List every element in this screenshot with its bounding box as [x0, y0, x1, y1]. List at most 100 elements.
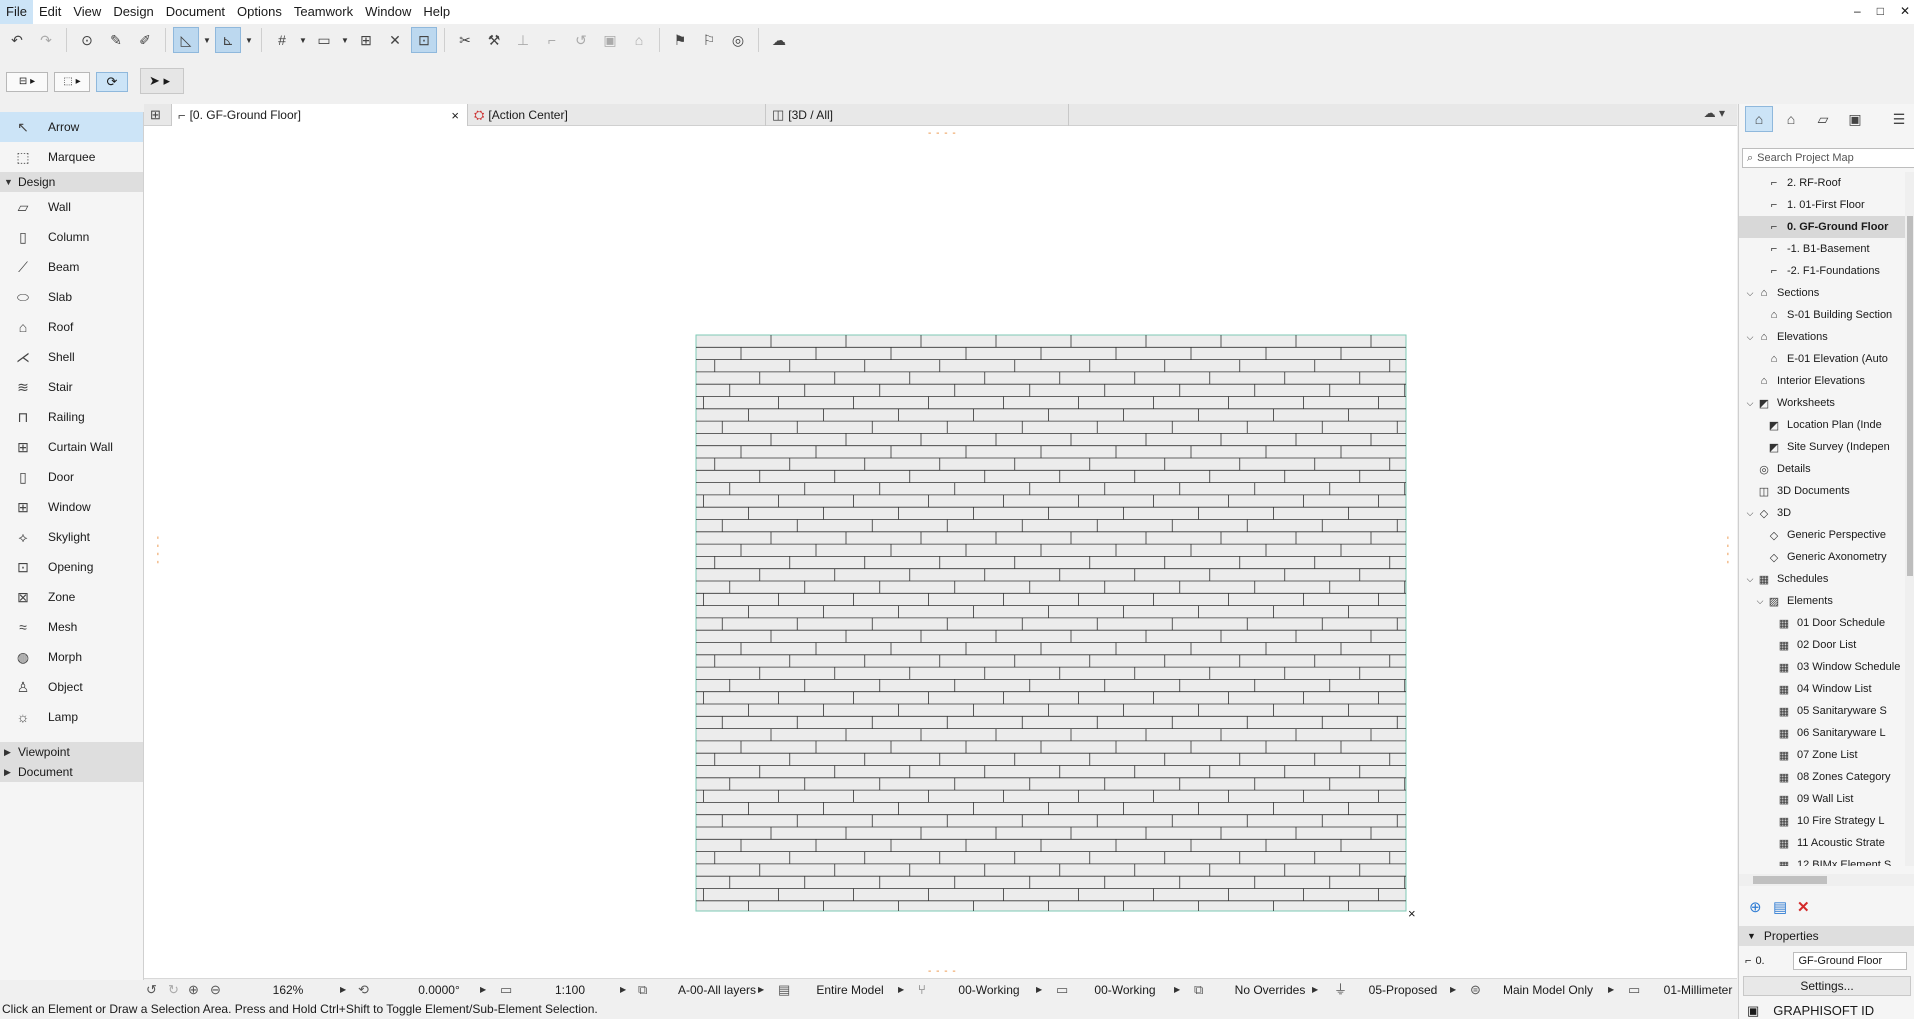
chevron-right-icon[interactable]: ▶: [620, 979, 626, 1001]
tool-column[interactable]: ▯ Column: [0, 222, 143, 252]
project-map-item[interactable]: ⌐ 0. GF-Ground Floor: [1739, 216, 1905, 238]
menu-options[interactable]: Options: [231, 0, 288, 24]
zoom-out-icon[interactable]: ⊖: [210, 979, 221, 1001]
issue-icon[interactable]: ⚐: [696, 27, 722, 53]
adjust-icon[interactable]: ⚒: [481, 27, 507, 53]
project-map-item[interactable]: ◇ Generic Perspective: [1739, 524, 1905, 546]
undo-icon[interactable]: ↶: [4, 27, 30, 53]
chevron-right-icon[interactable]: ▶: [1174, 979, 1180, 1001]
project-map-item[interactable]: ⌂ E-01 Elevation (Auto: [1739, 348, 1905, 370]
project-map-item[interactable]: ▦ 06 Sanitaryware L: [1739, 722, 1905, 744]
maximize-button[interactable]: □: [1877, 0, 1884, 22]
chevron-down-icon[interactable]: ⌵: [1743, 508, 1757, 519]
publisher-sets-icon[interactable]: ▣: [1841, 106, 1869, 132]
tool-object[interactable]: ♙ Object: [0, 672, 143, 702]
renovation-filter[interactable]: 05-Proposed: [1348, 979, 1458, 1001]
project-map-item[interactable]: ⌵ ⌂ Elevations: [1739, 326, 1905, 348]
tab-3d-all[interactable]: ◫ [3D / All]: [766, 104, 1069, 126]
tab-overview-icon[interactable]: ⊞: [144, 104, 172, 126]
measure-icon[interactable]: ⊞: [353, 27, 379, 53]
brick-pattern-drawing[interactable]: [695, 334, 1409, 914]
menu-document[interactable]: Document: [160, 0, 231, 24]
pet-palette-icon[interactable]: ⟳: [96, 72, 128, 92]
close-button[interactable]: ✕: [1900, 0, 1910, 22]
zoom-in-icon[interactable]: ⊕: [188, 979, 199, 1001]
model-icon[interactable]: ▤: [778, 979, 790, 1001]
drawing-scale[interactable]: 1:100: [530, 979, 610, 1001]
tab-action-center[interactable]: ⛭ [Action Center]: [468, 104, 766, 126]
offset-icon[interactable]: ✕: [382, 27, 408, 53]
tool-beam[interactable]: ⟋ Beam: [0, 252, 143, 282]
menu-file[interactable]: File: [0, 0, 33, 24]
chevron-right-icon[interactable]: ▶: [1312, 979, 1318, 1001]
project-map-item[interactable]: ⌐ -1. B1-Basement: [1739, 238, 1905, 260]
tool-curtain-wall[interactable]: ⊞ Curtain Wall: [0, 432, 143, 462]
tool-railing[interactable]: ⊓ Railing: [0, 402, 143, 432]
vertical-scrollbar[interactable]: [1905, 172, 1914, 866]
layer-combination[interactable]: A-00-All layers: [662, 979, 772, 1001]
tool-door[interactable]: ▯ Door: [0, 462, 143, 492]
dimension-standard[interactable]: 01-Millimeter: [1648, 979, 1748, 1001]
project-map-item[interactable]: ▦ 04 Window List: [1739, 678, 1905, 700]
overrides-icon[interactable]: ⧉: [1194, 979, 1203, 1001]
project-map-item[interactable]: ⌵ ▦ Schedules: [1739, 568, 1905, 590]
undo-zoom-icon[interactable]: ↺: [146, 979, 157, 1001]
minimize-button[interactable]: –: [1854, 0, 1861, 22]
horizontal-scrollbar[interactable]: [1739, 874, 1914, 886]
chevron-down-icon[interactable]: ▼: [340, 27, 350, 53]
delete-icon[interactable]: ✕: [1797, 898, 1810, 916]
curve-icon[interactable]: ↺: [568, 27, 594, 53]
splitter-top-icon[interactable]: - - - -: [928, 128, 957, 139]
group-document[interactable]: ▶ Document: [0, 762, 143, 782]
project-map-item[interactable]: ▦ 01 Door Schedule: [1739, 612, 1905, 634]
rotate-icon[interactable]: ⟲: [358, 979, 369, 1001]
tool-slab[interactable]: ⬭ Slab: [0, 282, 143, 312]
menu-edit[interactable]: Edit: [33, 0, 67, 24]
crop-icon[interactable]: ⌂: [626, 27, 652, 53]
pick-up-parameters-icon[interactable]: ✎: [103, 27, 129, 53]
rotation-angle[interactable]: 0.0000°: [394, 979, 484, 1001]
chevron-down-icon[interactable]: ⌵: [1753, 596, 1767, 607]
scrollbar-thumb[interactable]: [1907, 216, 1913, 576]
layers-icon[interactable]: ⧉: [638, 979, 647, 1001]
tool-opening[interactable]: ⊡ Opening: [0, 552, 143, 582]
structure-icon[interactable]: ⊜: [1470, 979, 1481, 1001]
tool-window[interactable]: ⊞ Window: [0, 492, 143, 522]
project-map-item[interactable]: ▦ 07 Zone List: [1739, 744, 1905, 766]
menu-help[interactable]: Help: [417, 0, 456, 24]
project-map-item[interactable]: ◇ Generic Axonometry: [1739, 546, 1905, 568]
resize-icon[interactable]: ▣: [597, 27, 623, 53]
tool-marquee[interactable]: ⬚ Marquee: [0, 142, 143, 172]
menu-design[interactable]: Design: [107, 0, 159, 24]
model-view-options[interactable]: 00-Working: [1070, 979, 1180, 1001]
layer-combination-icon[interactable]: ▭: [311, 27, 337, 53]
project-map-item[interactable]: ▦ 02 Door List: [1739, 634, 1905, 656]
grid-snap-icon[interactable]: #: [269, 27, 295, 53]
redo-zoom-icon[interactable]: ↻: [168, 979, 179, 1001]
suspend-groups-icon[interactable]: ⊡: [411, 27, 437, 53]
chevron-down-icon[interactable]: ⌵: [1743, 332, 1757, 343]
story-name-field[interactable]: GF-Ground Floor: [1793, 952, 1908, 970]
scrollbar-thumb[interactable]: [1753, 876, 1827, 884]
splitter-bottom-icon[interactable]: - - - -: [928, 966, 957, 977]
tool-mesh[interactable]: ≈ Mesh: [0, 612, 143, 642]
renovation-icon[interactable]: ⏚: [1334, 979, 1347, 1001]
project-map-item[interactable]: ▦ 08 Zones Category: [1739, 766, 1905, 788]
dimension-icon[interactable]: ▭: [1628, 979, 1640, 1001]
new-view-icon[interactable]: ⊕: [1749, 898, 1762, 916]
settings-icon[interactable]: ▤: [1773, 898, 1787, 916]
project-map-item[interactable]: ◩ Site Survey (Indepen: [1739, 436, 1905, 458]
model-view-icon[interactable]: ▭: [1056, 979, 1068, 1001]
scale-icon[interactable]: ▭: [500, 979, 512, 1001]
arrow-selector-icon[interactable]: ➤ ▸: [140, 68, 184, 94]
project-map-item[interactable]: ⌐ -2. F1-Foundations: [1739, 260, 1905, 282]
project-map-item[interactable]: ▦ 12 BIMx Element S: [1739, 854, 1905, 866]
model-selection[interactable]: Entire Model: [800, 979, 900, 1001]
project-map-item[interactable]: ◎ Details: [1739, 458, 1905, 480]
properties-header[interactable]: ▼ Properties: [1739, 926, 1914, 946]
structural-function[interactable]: Main Model Only: [1488, 979, 1608, 1001]
chevron-down-icon[interactable]: ▼: [244, 27, 254, 53]
tool-shell[interactable]: ⋌ Shell: [0, 342, 143, 372]
project-map-item[interactable]: ⌐ 2. RF-Roof: [1739, 172, 1905, 194]
chevron-right-icon[interactable]: ▶: [758, 979, 764, 1001]
